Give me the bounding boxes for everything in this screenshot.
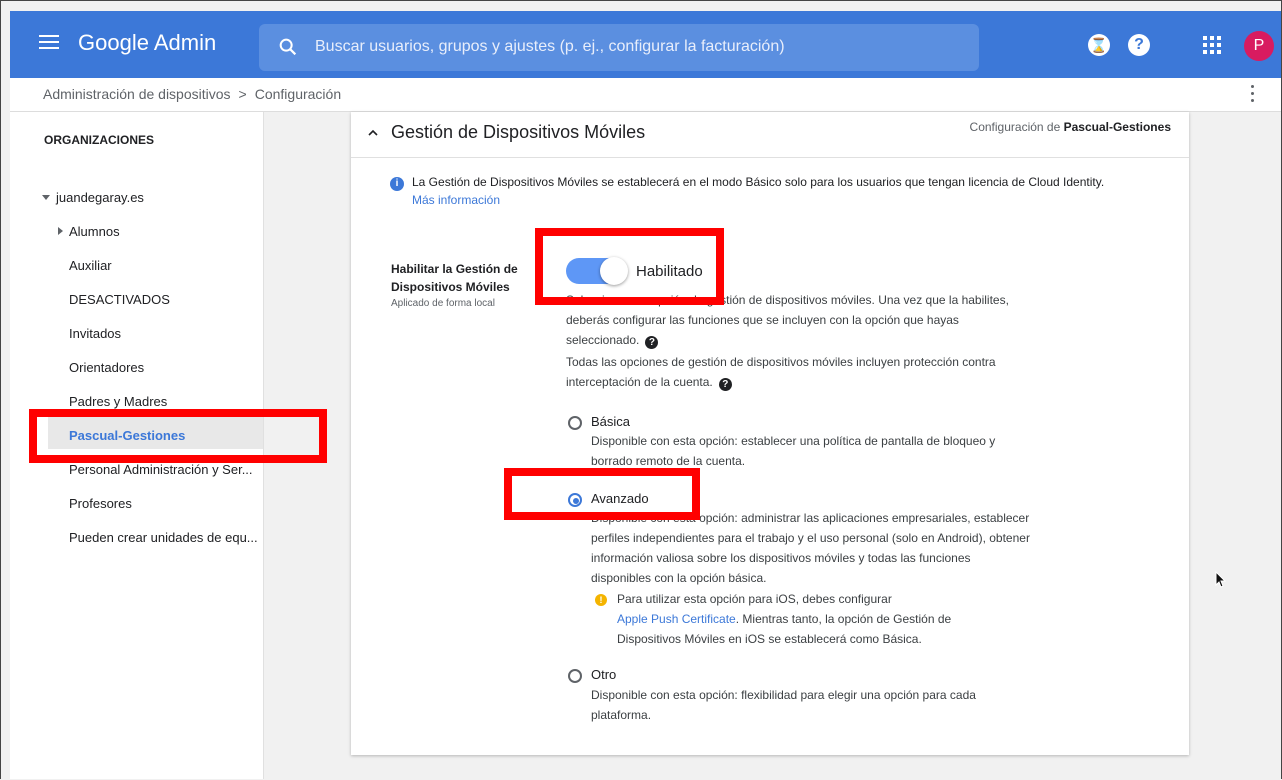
mdm-description-2: Todas las opciones de gestión de disposi… bbox=[566, 352, 1016, 392]
option-basica-label[interactable]: Básica bbox=[591, 414, 630, 429]
breadcrumb-separator: > bbox=[238, 86, 247, 102]
option-basica-desc: Disponible con esta opción: establecer u… bbox=[591, 434, 996, 468]
config-source: Configuración de Pascual-Gestiones bbox=[970, 120, 1171, 134]
warning-pre: Para utilizar esta opción para iOS, debe… bbox=[617, 592, 892, 606]
setting-applied-note: Aplicado de forma local bbox=[391, 298, 495, 309]
info-icon: i bbox=[390, 177, 404, 191]
more-info-link[interactable]: Más información bbox=[412, 193, 500, 207]
account-avatar[interactable]: P bbox=[1244, 31, 1274, 61]
radio-otro[interactable] bbox=[568, 669, 582, 683]
card-header[interactable]: Gestión de Dispositivos Móviles Configur… bbox=[351, 112, 1189, 158]
browser-frame: Google Admin Buscar usuarios, grupos y a… bbox=[0, 0, 1282, 779]
search-bar[interactable]: Buscar usuarios, grupos y ajustes (p. ej… bbox=[259, 24, 979, 71]
org-item-profesores[interactable]: Profesores bbox=[69, 496, 132, 511]
search-placeholder: Buscar usuarios, grupos y ajustes (p. ej… bbox=[315, 38, 785, 55]
org-item-alumnos[interactable]: Alumnos bbox=[58, 224, 120, 239]
org-item-invitados[interactable]: Invitados bbox=[69, 326, 121, 341]
config-org: Pascual-Gestiones bbox=[1063, 120, 1171, 134]
breadcrumb-settings[interactable]: Configuración bbox=[255, 86, 341, 102]
hamburger-menu-icon[interactable] bbox=[39, 35, 59, 55]
option-otro-desc: Disponible con esta opción: flexibilidad… bbox=[591, 688, 976, 722]
desc2-text: Todas las opciones de gestión de disposi… bbox=[566, 355, 996, 389]
help-icon[interactable]: ? bbox=[1128, 34, 1150, 56]
expand-right-icon[interactable] bbox=[58, 227, 63, 235]
option-avanzado-desc: Disponible con esta opción: administrar … bbox=[591, 511, 1030, 585]
annotation-box-org bbox=[29, 409, 327, 463]
apple-push-certificate-link[interactable]: Apple Push Certificate bbox=[617, 612, 736, 626]
hourglass-icon[interactable]: ⌛ bbox=[1088, 34, 1110, 56]
apps-grid-icon[interactable] bbox=[1203, 36, 1221, 54]
more-vert-icon[interactable] bbox=[1250, 85, 1256, 105]
ios-warning: Para utilizar esta opción para iOS, debe… bbox=[617, 589, 1017, 649]
top-app-bar: Google Admin Buscar usuarios, grupos y a… bbox=[10, 11, 1281, 78]
breadcrumb-device-admin[interactable]: Administración de dispositivos bbox=[43, 86, 231, 102]
radio-basica[interactable] bbox=[568, 416, 582, 430]
warning-icon: ! bbox=[595, 594, 607, 606]
annotation-box-avanzado bbox=[504, 468, 700, 520]
org-item-personal[interactable]: Personal Administración y Ser... bbox=[69, 462, 253, 477]
org-item-orientadores[interactable]: Orientadores bbox=[69, 360, 144, 375]
expand-down-icon[interactable] bbox=[42, 195, 50, 200]
org-root[interactable]: juandegaray.es bbox=[42, 190, 144, 205]
org-item-label: Alumnos bbox=[69, 224, 120, 239]
help-question-icon[interactable]: ? bbox=[645, 336, 659, 349]
mouse-pointer-icon bbox=[1215, 571, 1227, 588]
mdm-settings-card: Gestión de Dispositivos Móviles Configur… bbox=[351, 112, 1189, 755]
org-root-label: juandegaray.es bbox=[56, 190, 144, 205]
config-prefix: Configuración de bbox=[969, 120, 1061, 134]
help-question-icon[interactable]: ? bbox=[718, 378, 732, 391]
info-banner: La Gestión de Dispositivos Móviles se es… bbox=[412, 173, 1112, 209]
app-title[interactable]: Google Admin bbox=[78, 30, 216, 56]
breadcrumb-bar: Administración de dispositivos > Configura… bbox=[10, 78, 1281, 112]
search-icon bbox=[279, 38, 297, 56]
breadcrumb: Administración de dispositivos > Configura… bbox=[43, 86, 341, 102]
org-item-auxiliar[interactable]: Auxiliar bbox=[69, 258, 112, 273]
org-item-padres[interactable]: Padres y Madres bbox=[69, 394, 167, 409]
info-text: La Gestión de Dispositivos Móviles se es… bbox=[412, 175, 1105, 189]
option-otro-label[interactable]: Otro bbox=[591, 667, 616, 682]
annotation-box-toggle bbox=[535, 228, 724, 305]
card-title: Gestión de Dispositivos Móviles bbox=[391, 122, 646, 142]
sidebar-title: ORGANIZACIONES bbox=[44, 133, 155, 147]
setting-label: Habilitar la Gestión de Dispositivos Móv… bbox=[391, 262, 518, 294]
org-item-pueden-crear[interactable]: Pueden crear unidades de equ... bbox=[69, 530, 258, 545]
org-item-desactivados[interactable]: DESACTIVADOS bbox=[69, 292, 170, 307]
chevron-up-icon[interactable] bbox=[368, 128, 378, 138]
